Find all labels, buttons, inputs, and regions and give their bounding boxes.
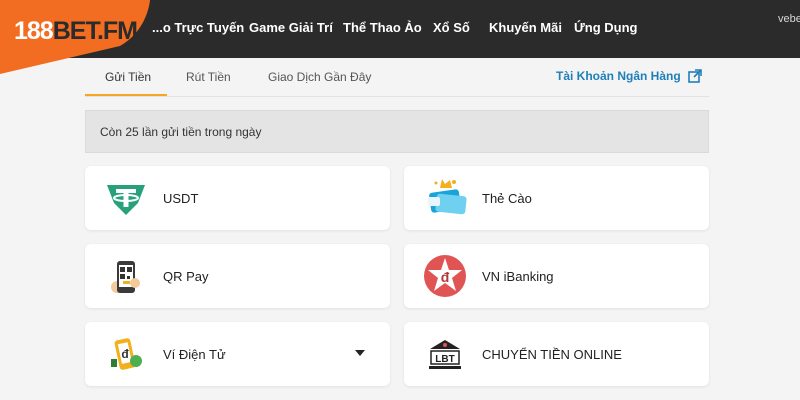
deposit-limit-notice: Còn 25 lần gửi tiền trong ngày bbox=[85, 110, 709, 153]
tab-deposit[interactable]: Gửi Tiền bbox=[105, 70, 151, 84]
method-online-transfer-card[interactable]: LBT CHUYỂN TIỀN ONLINE bbox=[404, 322, 709, 386]
logo-text: 188BET.FM bbox=[14, 17, 138, 46]
lbt-bank-icon: LBT bbox=[429, 340, 461, 369]
user-name[interactable]: vebe bbox=[778, 13, 800, 25]
e-wallet-icon: đ bbox=[111, 338, 142, 370]
method-vn-ibanking-card[interactable]: đ VN iBanking bbox=[404, 244, 709, 308]
svg-text:LBT: LBT bbox=[435, 354, 454, 365]
scratch-card-icon bbox=[428, 179, 467, 215]
nav-item-lottery[interactable]: Xổ Số bbox=[433, 20, 470, 35]
method-label: Ví Điện Tử bbox=[163, 347, 226, 362]
nav-item-live-casino[interactable]: ...o Trực Tuyến bbox=[152, 20, 244, 35]
bank-account-link-label: Tài Khoản Ngân Hàng bbox=[556, 69, 681, 83]
method-label: VN iBanking bbox=[482, 269, 554, 284]
logo-bet-fm: BET.FM bbox=[52, 17, 138, 45]
nav-item-apps[interactable]: Ứng Dụng bbox=[574, 20, 638, 35]
method-label: USDT bbox=[163, 191, 199, 206]
method-qr-pay-card[interactable]: QR Pay bbox=[85, 244, 390, 308]
chevron-down-icon[interactable] bbox=[355, 350, 365, 356]
tab-withdraw[interactable]: Rút Tiền bbox=[186, 70, 231, 84]
method-label: Thẻ Cào bbox=[482, 191, 532, 206]
method-label: CHUYỂN TIỀN ONLINE bbox=[482, 347, 622, 362]
logo-number: 188 bbox=[14, 17, 54, 45]
tab-recent-transactions[interactable]: Giao Dịch Gần Đây bbox=[268, 70, 371, 84]
external-link-icon bbox=[687, 69, 702, 83]
qr-phone-icon bbox=[111, 261, 140, 293]
tether-icon bbox=[107, 185, 145, 215]
method-label: QR Pay bbox=[163, 269, 209, 284]
vn-banking-icon: đ bbox=[424, 255, 466, 297]
active-tab-indicator bbox=[85, 94, 167, 96]
nav-item-promotions[interactable]: Khuyến Mãi bbox=[489, 20, 562, 35]
method-scratch-card-card[interactable]: Thẻ Cào bbox=[404, 166, 709, 230]
nav-item-virtual-sports[interactable]: Thể Thao Ảo bbox=[343, 20, 422, 35]
svg-text:đ: đ bbox=[121, 347, 129, 361]
bank-account-link[interactable]: Tài Khoản Ngân Hàng bbox=[556, 69, 702, 83]
deposit-limit-text: Còn 25 lần gửi tiền trong ngày bbox=[100, 125, 262, 139]
svg-text:đ: đ bbox=[441, 269, 450, 285]
method-e-wallet-card[interactable]: đ Ví Điện Tử bbox=[85, 322, 390, 386]
method-usdt-card[interactable]: USDT bbox=[85, 166, 390, 230]
payment-tabs: Gửi Tiền Rút Tiền Giao Dịch Gần Đây Tài … bbox=[85, 58, 709, 97]
nav-item-games[interactable]: Game Giải Trí bbox=[249, 20, 333, 35]
